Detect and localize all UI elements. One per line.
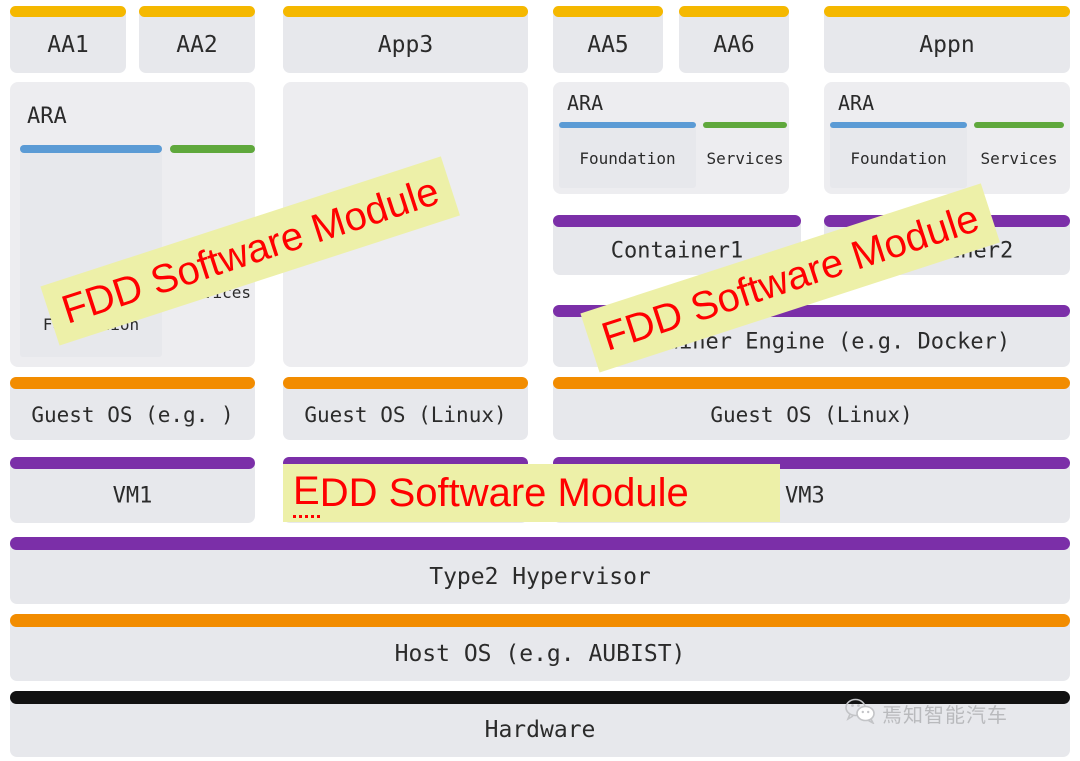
accent-cap-orange — [553, 377, 1070, 389]
app-box-appn[interactable]: Appn — [824, 6, 1070, 73]
app-box-label: Appn — [919, 31, 975, 58]
ara-title: ARA — [838, 91, 875, 115]
accent-cap-orange — [283, 377, 528, 389]
host-os-label: Host OS (e.g. AUBIST) — [394, 640, 686, 667]
app-box-aa5[interactable]: AA5 — [553, 6, 663, 73]
ara-foundation-label: Foundation — [579, 149, 676, 168]
hypervisor-label: Type2 Hypervisor — [429, 563, 651, 590]
hypervisor-box[interactable]: Type2 Hypervisor — [10, 537, 1070, 604]
app-box-app3[interactable]: App3 — [283, 6, 528, 73]
ara-services-middle[interactable]: Services — [703, 122, 787, 188]
annotation-edd: E DD Software Module — [283, 464, 780, 522]
host-os-box[interactable]: Host OS (e.g. AUBIST) — [10, 614, 1070, 681]
services-accent-bar — [170, 145, 255, 153]
ara-title: ARA — [567, 91, 604, 115]
app-box-aa2[interactable]: AA2 — [139, 6, 255, 73]
accent-cap-purple — [10, 457, 255, 469]
foundation-accent-bar — [20, 145, 162, 153]
accent-cap-yellow — [10, 6, 126, 17]
ara-services-right[interactable]: Services — [974, 122, 1064, 188]
guest-os-label: Guest OS (Linux) — [710, 402, 913, 427]
ara-services-label: Services — [980, 149, 1058, 168]
vm-label: VM1 — [112, 483, 153, 509]
hardware-label: Hardware — [484, 717, 596, 743]
annotation-edd-rest: DD Software Module — [319, 470, 689, 515]
accent-cap-orange — [10, 377, 255, 389]
guest-os-box-2[interactable]: Guest OS (Linux) — [283, 377, 528, 440]
ara-services-label: Services — [706, 149, 784, 168]
guest-os-label: Guest OS (Linux) — [304, 402, 507, 427]
foundation-accent-bar — [830, 122, 967, 128]
ara-panel-left[interactable]: ARA Foundation Services — [10, 82, 255, 367]
ara-foundation-label: Foundation — [850, 149, 947, 168]
ara-foundation-middle[interactable]: Foundation — [559, 122, 696, 188]
diagram-canvas: AA1 AA2 App3 AA5 AA6 Appn ARA Foundation… — [0, 0, 1080, 761]
hardware-box[interactable]: Hardware — [10, 691, 1070, 757]
accent-cap-yellow — [139, 6, 255, 17]
accent-cap-yellow — [283, 6, 528, 17]
app-box-aa1[interactable]: AA1 — [10, 6, 126, 73]
accent-cap-purple — [553, 215, 801, 227]
accent-cap-purple — [10, 537, 1070, 550]
ara-title: ARA — [27, 104, 67, 129]
services-accent-bar — [974, 122, 1064, 128]
guest-os-label: Guest OS (e.g. ) — [31, 402, 234, 427]
ara-panel-right[interactable]: ARA Foundation Services — [824, 82, 1070, 194]
vm-box-1[interactable]: VM1 — [10, 457, 255, 523]
accent-cap-orange — [10, 614, 1070, 627]
accent-cap-yellow — [679, 6, 789, 17]
ara-panel-middle[interactable]: ARA Foundation Services — [553, 82, 789, 194]
accent-cap-yellow — [824, 6, 1070, 17]
app-box-label: AA1 — [47, 31, 89, 58]
guest-os-box-3[interactable]: Guest OS (Linux) — [553, 377, 1070, 440]
app-box-label: App3 — [377, 31, 434, 58]
app-box-label: AA6 — [713, 31, 755, 58]
foundation-accent-bar — [559, 122, 696, 128]
app-box-aa6[interactable]: AA6 — [679, 6, 789, 73]
guest-os-box-1[interactable]: Guest OS (e.g. ) — [10, 377, 255, 440]
services-accent-bar — [703, 122, 787, 128]
annotation-edd-lead: E — [293, 469, 320, 518]
accent-cap-black — [10, 691, 1070, 704]
app-box-label: AA5 — [587, 31, 629, 58]
accent-cap-yellow — [553, 6, 663, 17]
app-box-label: AA2 — [176, 31, 218, 58]
ara-foundation-right[interactable]: Foundation — [830, 122, 967, 188]
